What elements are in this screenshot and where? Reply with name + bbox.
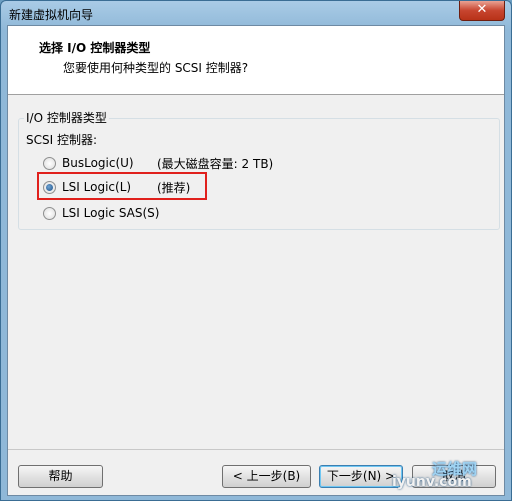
watermark-text-bottom: iyunv.com — [392, 474, 472, 490]
group-legend: I/O 控制器类型 — [24, 109, 109, 126]
next-button[interactable]: 下一步(N) > — [319, 465, 403, 488]
option-note: (最大磁盘容量: 2 TB) — [157, 157, 274, 171]
wizard-window: 新建虚拟机向导 ✕ 选择 I/O 控制器类型 您要使用何种类型的 SCSI 控制… — [0, 0, 512, 501]
radio-buslogic[interactable] — [43, 156, 56, 170]
option-buslogic[interactable]: BusLogic(U) (最大磁盘容量: 2 TB) — [43, 154, 273, 172]
page-subtitle: 您要使用何种类型的 SCSI 控制器? — [63, 61, 249, 75]
scsi-controller-label: SCSI 控制器: — [26, 133, 98, 147]
page-title: 选择 I/O 控制器类型 — [39, 41, 151, 55]
title-bar[interactable]: 新建虚拟机向导 ✕ — [1, 1, 511, 25]
option-lsi-logic-sas[interactable]: LSI Logic SAS(S) — [43, 204, 179, 222]
wizard-body: 选择 I/O 控制器类型 您要使用何种类型的 SCSI 控制器? I/O 控制器… — [7, 25, 505, 496]
option-label: BusLogic(U) — [62, 156, 134, 170]
help-button[interactable]: 帮助 — [18, 465, 103, 488]
close-button[interactable]: ✕ — [459, 1, 505, 21]
watermark-logo: 运维网 iyunv.com — [392, 458, 500, 492]
footer-divider — [8, 449, 504, 450]
wizard-header: 选择 I/O 控制器类型 您要使用何种类型的 SCSI 控制器? — [8, 26, 504, 95]
option-label: LSI Logic SAS(S) — [62, 206, 160, 220]
radio-lsi-logic-sas[interactable] — [43, 206, 56, 220]
back-button[interactable]: < 上一步(B) — [222, 465, 311, 488]
highlight-box — [37, 172, 207, 200]
window-title: 新建虚拟机向导 — [9, 8, 94, 22]
